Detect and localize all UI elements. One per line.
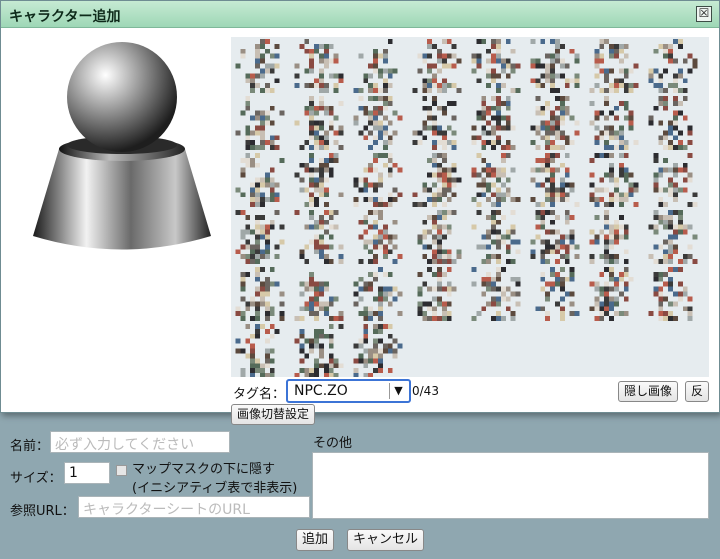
character-thumbnail[interactable] xyxy=(235,324,285,377)
other-label: その他 xyxy=(313,436,353,451)
dropdown-arrow-icon[interactable]: ▼ xyxy=(389,383,407,399)
character-thumbnail[interactable] xyxy=(471,96,521,150)
character-thumbnail[interactable] xyxy=(648,153,698,207)
map-mask-checkbox[interactable] xyxy=(116,465,127,476)
tag-name-label: タグ名： xyxy=(233,387,286,402)
character-thumbnail[interactable] xyxy=(589,210,639,264)
character-thumbnail[interactable] xyxy=(294,267,344,321)
character-thumbnail[interactable] xyxy=(412,153,462,207)
character-thumbnail[interactable] xyxy=(235,96,285,150)
character-thumbnail[interactable] xyxy=(530,39,580,93)
character-thumbnail[interactable] xyxy=(589,39,639,93)
character-thumbnail[interactable] xyxy=(294,96,344,150)
character-thumbnail[interactable] xyxy=(294,210,344,264)
character-thumbnail[interactable] xyxy=(353,324,403,377)
character-thumbnail[interactable] xyxy=(648,96,698,150)
character-thumbnail[interactable] xyxy=(412,267,462,321)
character-thumbnail[interactable] xyxy=(471,267,521,321)
character-thumbnail[interactable] xyxy=(530,153,580,207)
character-thumbnail[interactable] xyxy=(530,210,580,264)
size-label: サイズ： xyxy=(10,471,62,486)
hidden-images-button[interactable]: 隠し画像 xyxy=(618,381,679,402)
character-thumbnail[interactable] xyxy=(530,267,580,321)
map-mask-label-line2: (イニシアティブ表で非表示) xyxy=(132,481,298,496)
character-thumbnail[interactable] xyxy=(412,210,462,264)
character-thumbnail[interactable] xyxy=(353,210,403,264)
image-count: 0/43 xyxy=(412,384,439,398)
add-button[interactable]: 追加 xyxy=(296,529,335,551)
character-thumbnail[interactable] xyxy=(648,267,698,321)
reference-url-label: 参照URL： xyxy=(10,504,75,519)
character-thumbnail[interactable] xyxy=(412,39,462,93)
character-thumbnail[interactable] xyxy=(294,153,344,207)
character-thumbnail[interactable] xyxy=(589,96,639,150)
other-textarea[interactable] xyxy=(312,452,709,519)
tag-name-select[interactable]: NPC.ZO ▼ xyxy=(286,379,411,403)
character-thumbnail[interactable] xyxy=(353,39,403,93)
character-thumbnail[interactable] xyxy=(235,153,285,207)
character-thumbnail[interactable] xyxy=(235,267,285,321)
character-thumbnail[interactable] xyxy=(294,39,344,93)
add-character-dialog: キャラクター追加 ☒ タグ名： NPC.ZO ▼ 0/43 隠し画像 反 xyxy=(0,0,720,413)
character-thumbnail[interactable] xyxy=(235,39,285,93)
cancel-button[interactable]: キャンセル xyxy=(347,529,425,551)
dialog-titlebar[interactable]: キャラクター追加 ☒ xyxy=(1,1,719,28)
character-thumbnail[interactable] xyxy=(471,210,521,264)
character-thumbnail[interactable] xyxy=(589,153,639,207)
character-thumbnail[interactable] xyxy=(648,210,698,264)
size-input[interactable]: 1 xyxy=(64,462,110,484)
character-preview-image xyxy=(31,31,213,259)
character-thumbnail[interactable] xyxy=(648,39,698,93)
character-thumbnail[interactable] xyxy=(530,96,580,150)
character-thumbnail[interactable] xyxy=(353,153,403,207)
image-switch-settings-button[interactable]: 画像切替設定 xyxy=(231,404,316,425)
character-thumbnail[interactable] xyxy=(412,96,462,150)
dialog-title: キャラクター追加 xyxy=(9,9,121,25)
character-thumbnail[interactable] xyxy=(235,210,285,264)
character-thumbnail[interactable] xyxy=(353,267,403,321)
character-thumbnail[interactable] xyxy=(471,39,521,93)
character-thumbnail[interactable] xyxy=(589,267,639,321)
character-thumbnail[interactable] xyxy=(471,153,521,207)
map-mask-label-line1: マップマスクの下に隠す xyxy=(132,462,276,477)
reference-url-input[interactable]: キャラクターシートのURL xyxy=(78,496,310,518)
tag-name-value: NPC.ZO xyxy=(294,383,348,399)
character-thumbnail[interactable] xyxy=(353,96,403,150)
character-thumbnail[interactable] xyxy=(294,324,344,377)
character-image-gallery[interactable] xyxy=(231,37,709,377)
reverse-button[interactable]: 反 xyxy=(685,381,710,402)
name-label: 名前： xyxy=(10,439,50,454)
name-input[interactable]: 必ず入力してください xyxy=(50,431,230,453)
close-icon[interactable]: ☒ xyxy=(696,6,712,22)
